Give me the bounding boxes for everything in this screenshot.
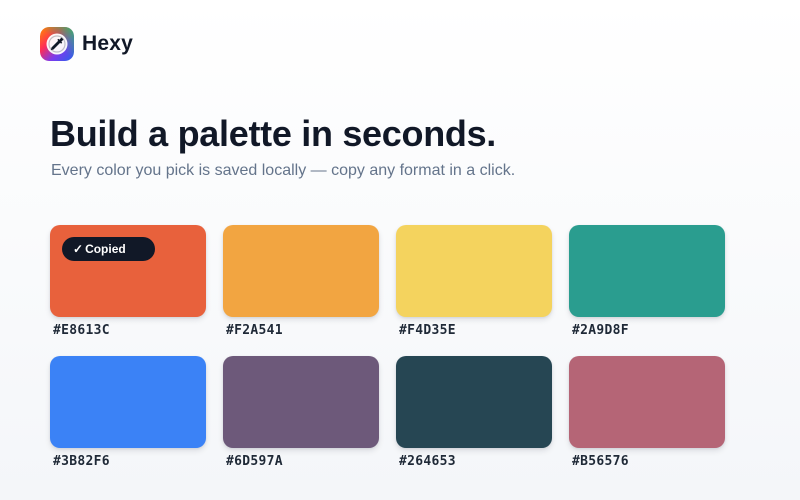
copied-label: Copied — [85, 242, 126, 256]
swatch-card-3b82f6[interactable]: #3B82F6 — [50, 356, 206, 487]
color-swatch[interactable] — [396, 356, 552, 448]
hex-code[interactable]: #F2A541 — [226, 323, 283, 339]
color-swatch[interactable] — [223, 225, 379, 317]
swatch-card-f2a541[interactable]: #F2A541 — [223, 225, 379, 356]
hex-code[interactable]: #E8613C — [53, 323, 110, 339]
color-swatch[interactable] — [50, 356, 206, 448]
brand[interactable]: Hexy — [40, 27, 133, 61]
color-picker-eyedropper-icon — [40, 27, 74, 61]
page-title: Build a palette in seconds. — [50, 113, 496, 154]
swatch-card-6d597a[interactable]: #6D597A — [223, 356, 379, 487]
palette-grid: ✓ Copied #E8613C #F2A541 #F4D35E #2A9D8F… — [50, 225, 725, 487]
color-swatch[interactable] — [569, 225, 725, 317]
hex-code[interactable]: #2A9D8F — [572, 323, 629, 339]
swatch-card-f4d35e[interactable]: #F4D35E — [396, 225, 552, 356]
page-subtitle: Every color you pick is saved locally — … — [51, 162, 516, 179]
swatch-card-264653[interactable]: #264653 — [396, 356, 552, 487]
color-swatch[interactable]: ✓ Copied — [50, 225, 206, 317]
swatch-card-2a9d8f[interactable]: #2A9D8F — [569, 225, 725, 356]
copied-badge: ✓ Copied — [62, 237, 155, 261]
hex-code[interactable]: #6D597A — [226, 454, 283, 470]
hex-code[interactable]: #B56576 — [572, 454, 629, 470]
color-swatch[interactable] — [223, 356, 379, 448]
swatch-card-e8613c[interactable]: ✓ Copied #E8613C — [50, 225, 206, 356]
check-icon: ✓ — [73, 242, 84, 256]
hex-code[interactable]: #F4D35E — [399, 323, 456, 339]
swatch-card-b56576[interactable]: #B56576 — [569, 356, 725, 487]
color-swatch[interactable] — [396, 225, 552, 317]
color-swatch[interactable] — [569, 356, 725, 448]
app-name: Hexy — [82, 32, 134, 55]
hex-code[interactable]: #264653 — [399, 454, 456, 470]
hex-code[interactable]: #3B82F6 — [53, 454, 110, 470]
